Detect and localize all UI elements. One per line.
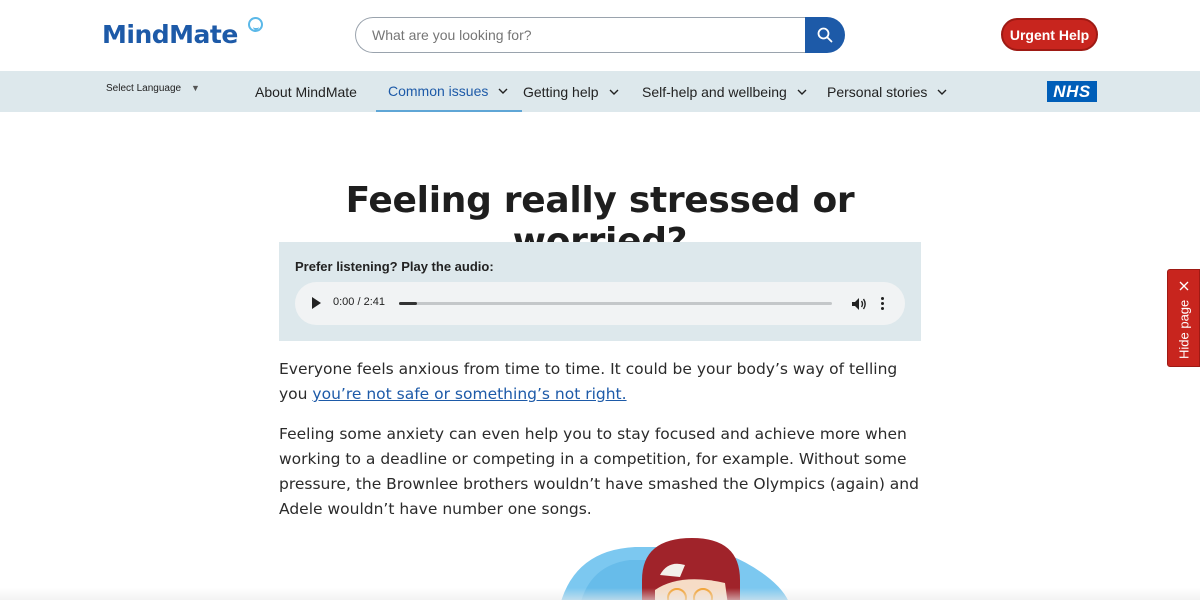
search-bar xyxy=(355,17,845,53)
audio-progress-fill xyxy=(399,302,417,305)
chevron-down-icon xyxy=(609,89,618,95)
close-icon xyxy=(1179,281,1189,291)
nav-item-label: Getting help xyxy=(523,83,599,100)
nav-item-label: Common issues xyxy=(388,82,489,99)
bottom-fade xyxy=(0,588,1200,600)
search-icon xyxy=(817,27,833,43)
chevron-down-icon xyxy=(937,89,947,95)
more-vertical-icon[interactable] xyxy=(881,296,885,312)
chevron-down-icon xyxy=(498,88,508,94)
nhs-logo[interactable]: NHS xyxy=(1047,81,1097,102)
mindmate-logo[interactable]: MindMate xyxy=(102,20,238,49)
nav-item-label: Personal stories xyxy=(827,83,928,100)
audio-label: Prefer listening? Play the audio: xyxy=(295,259,494,274)
not-safe-link[interactable]: you’re not safe or something’s not right… xyxy=(312,385,626,403)
language-select[interactable]: Select Language xyxy=(106,83,181,94)
search-button[interactable] xyxy=(805,17,845,53)
nav-item-getting-help[interactable]: Getting help xyxy=(523,71,621,112)
site-header: MindMate Urgent Help xyxy=(0,0,1200,71)
language-caret-icon[interactable]: ▼ xyxy=(191,83,200,93)
audio-panel: Prefer listening? Play the audio: 0:00 /… xyxy=(279,242,921,341)
search-input[interactable] xyxy=(355,17,807,53)
volume-icon[interactable] xyxy=(851,296,867,312)
hide-page-button[interactable]: Hide page xyxy=(1167,269,1200,367)
audio-progress-bar[interactable] xyxy=(399,302,832,305)
nav-item-common-issues[interactable]: Common issues xyxy=(376,71,523,112)
nav-item-label: About MindMate xyxy=(255,83,357,100)
nav-item-about[interactable]: About MindMate xyxy=(255,71,357,112)
play-icon[interactable] xyxy=(312,297,321,309)
audio-player: 0:00 / 2:41 xyxy=(295,282,905,325)
anxiety-paragraph: Feeling some anxiety can even help you t… xyxy=(279,425,919,518)
hide-page-label: Hide page xyxy=(1176,299,1192,359)
main-nav: Select Language ▼ About MindMate Common … xyxy=(0,71,1200,112)
nav-item-personal-stories[interactable]: Personal stories xyxy=(827,71,949,112)
audio-time: 0:00 / 2:41 xyxy=(333,296,385,308)
logo-bubble-icon xyxy=(248,17,263,32)
nav-item-self-help[interactable]: Self-help and wellbeing xyxy=(642,71,809,112)
urgent-help-button[interactable]: Urgent Help xyxy=(1001,18,1098,51)
intro-paragraph: Everyone feels anxious from time to time… xyxy=(279,357,921,407)
nav-item-label: Self-help and wellbeing xyxy=(642,83,787,100)
chevron-down-icon xyxy=(797,89,807,95)
